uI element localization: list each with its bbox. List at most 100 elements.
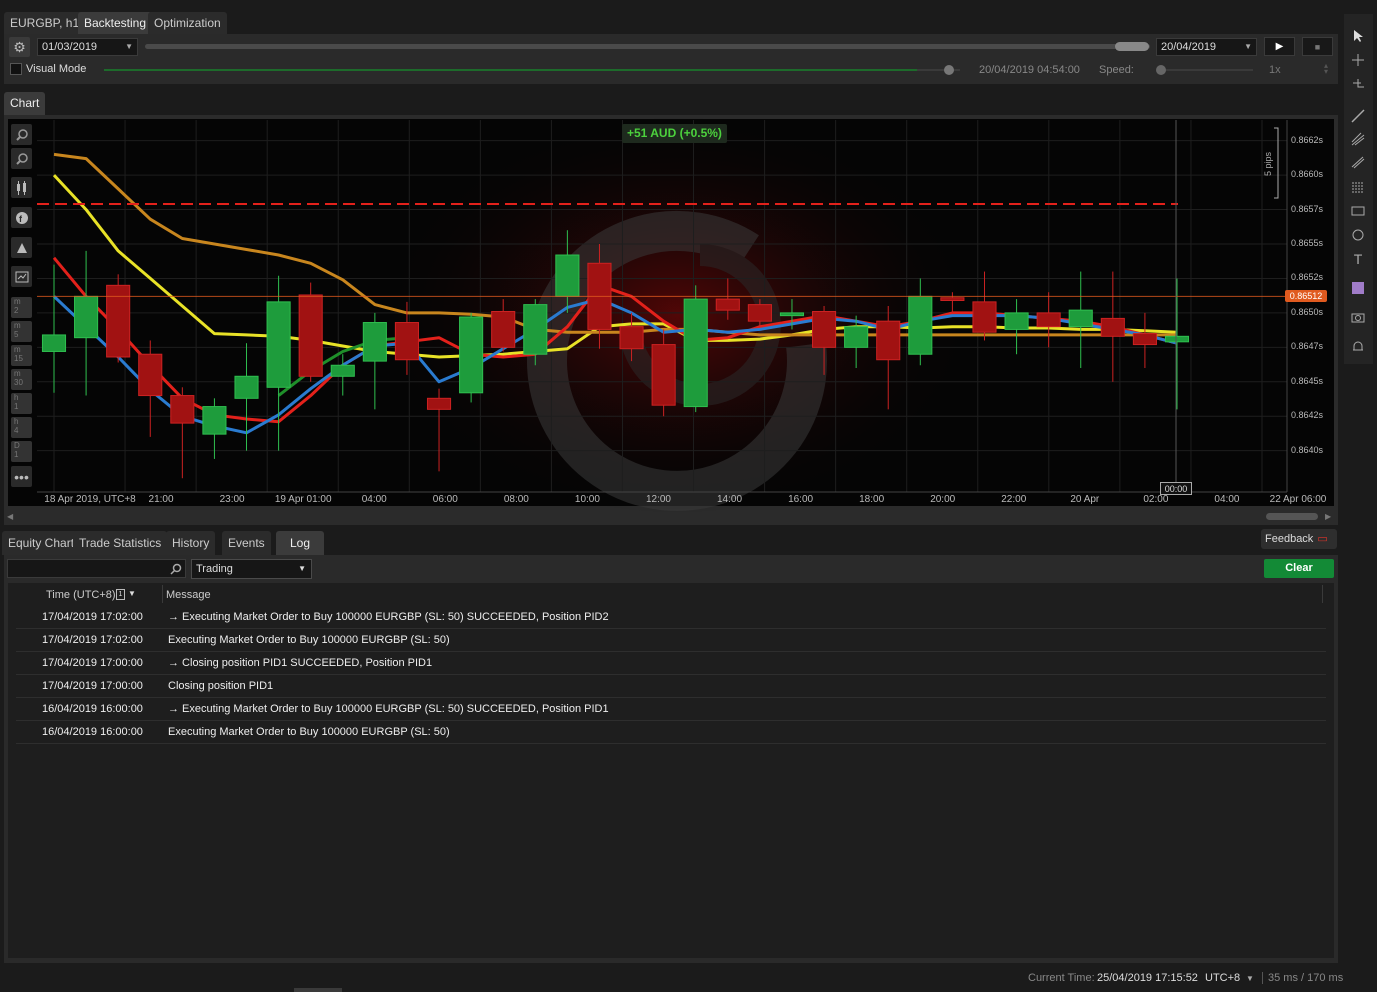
candle-body <box>555 254 580 297</box>
timeframe-m5-button[interactable]: m5 <box>11 321 32 342</box>
candle-body <box>908 295 933 355</box>
column-header-time[interactable]: Time (UTC+8) <box>46 589 116 601</box>
column-divider <box>1322 585 1323 603</box>
crosshair-icon[interactable] <box>1348 50 1368 70</box>
more-options-icon[interactable]: ••• <box>11 466 32 487</box>
timeframe-h4-button[interactable]: h4 <box>11 417 32 438</box>
y-tick-label: 0.8640s <box>1291 444 1324 455</box>
candle-body <box>1100 317 1125 337</box>
zoom-out-icon[interactable] <box>11 148 32 169</box>
tab-equity-chart[interactable]: Equity Chart <box>2 531 81 555</box>
chart-type-candles-icon[interactable] <box>11 177 32 198</box>
latency-readout: 35 ms / 170 ms <box>1268 972 1344 984</box>
fibonacci-icon[interactable] <box>1348 177 1368 197</box>
log-category-value: Trading <box>196 563 233 575</box>
timezone-select[interactable]: UTC+8 <box>1205 972 1240 984</box>
tab-events[interactable]: Events <box>222 531 271 555</box>
log-category-select[interactable]: Trading ▼ <box>191 559 312 579</box>
scroll-right-icon[interactable]: ▶ <box>1325 512 1331 521</box>
log-row-time: 16/04/2019 16:00:00 <box>42 703 143 715</box>
trend-line-icon[interactable] <box>1348 106 1368 126</box>
feedback-speech-icon: ▭ <box>1317 533 1328 545</box>
chart-scrollbar-thumb[interactable] <box>1266 513 1318 520</box>
log-row-time: 17/04/2019 17:02:00 <box>42 634 143 646</box>
x-tick-label: 20 Apr <box>1070 494 1100 505</box>
candle-body <box>1164 335 1190 343</box>
color-picker-icon[interactable] <box>1348 278 1368 298</box>
candle-body <box>619 326 644 350</box>
column-header-message[interactable]: Message <box>166 589 211 601</box>
candle-body <box>779 312 805 317</box>
candle-body <box>330 364 355 377</box>
y-tick-label: 0.8657s <box>1291 203 1324 214</box>
current-time-value: 25/04/2019 17:15:52 <box>1097 972 1198 984</box>
text-tool-icon[interactable]: T <box>1348 249 1368 269</box>
candle-body <box>715 298 740 311</box>
price-chart[interactable] <box>0 0 1377 530</box>
current-time-label: Current Time: <box>1028 972 1095 984</box>
sort-order-icon[interactable]: 1 <box>116 589 125 600</box>
scroll-left-icon[interactable]: ◀ <box>7 512 13 521</box>
screenshot-camera-icon[interactable] <box>1348 307 1368 327</box>
chart-settings-icon[interactable] <box>11 266 32 287</box>
y-tick-label: 0.8662s <box>1291 134 1324 145</box>
ellipse-icon[interactable] <box>1348 225 1368 245</box>
candle-body <box>651 344 676 406</box>
log-row-message: → Closing position PID1 SUCCEEDED, Posit… <box>168 657 433 669</box>
x-tick-label: 10:00 <box>574 494 600 505</box>
timeframe-m15-button[interactable]: m 15 <box>11 345 32 366</box>
log-row[interactable]: 16/04/2019 16:00:00 Executing Market Orde… <box>16 721 1326 744</box>
log-row[interactable]: 16/04/2019 16:00:00 → Executing Market Or… <box>16 698 1326 721</box>
chevron-down-icon[interactable]: ▼ <box>1246 974 1254 983</box>
candle-body <box>812 311 837 348</box>
log-row-time: 17/04/2019 17:00:00 <box>42 680 143 692</box>
current-price-tag: 0.86512 <box>1285 290 1327 303</box>
rectangle-icon[interactable] <box>1348 201 1368 221</box>
log-search-input[interactable] <box>7 559 186 578</box>
timeframe-m30-button[interactable]: m 30 <box>11 369 32 390</box>
x-tick-label: 19 Apr 01:00 <box>274 494 332 505</box>
andrews-pitchfork-icon[interactable] <box>1348 129 1368 149</box>
window-resize-grip[interactable] <box>294 988 342 992</box>
x-tick-label: 12:00 <box>645 494 671 505</box>
candle-body <box>1132 333 1157 346</box>
feedback-button[interactable]: Feedback ▭ <box>1261 529 1337 549</box>
sort-descending-icon[interactable]: ▼ <box>128 589 136 598</box>
crosshair-time-label: 00:00 <box>1160 482 1192 495</box>
cbot-icon[interactable] <box>11 237 32 258</box>
log-row-message: Executing Market Order to Buy 100000 EUR… <box>168 726 450 738</box>
candle-body <box>362 322 387 362</box>
log-row[interactable]: 17/04/2019 17:02:00 Executing Market Orde… <box>16 629 1326 652</box>
zoom-in-icon[interactable] <box>11 124 32 145</box>
chevron-down-icon: ▼ <box>298 564 306 573</box>
indicators-icon[interactable]: f <box>11 207 32 228</box>
tab-history[interactable]: History <box>166 531 216 555</box>
tab-log[interactable]: Log <box>276 531 325 555</box>
candle-body <box>972 301 997 333</box>
log-row[interactable]: 17/04/2019 17:00:00 → Closing position PI… <box>16 652 1326 675</box>
candle-body <box>234 375 259 399</box>
log-row[interactable]: 17/04/2019 17:02:00 → Executing Market Or… <box>16 606 1326 629</box>
clear-button[interactable]: Clear <box>1264 559 1334 578</box>
candle-body <box>298 294 323 377</box>
channel-icon[interactable] <box>1348 152 1368 172</box>
candle-body <box>940 297 965 301</box>
y-tick-label: 0.8650s <box>1291 306 1324 317</box>
x-tick-label: 16:00 <box>788 494 814 505</box>
log-row[interactable]: 17/04/2019 17:00:00 Closing position PID1 <box>16 675 1326 698</box>
tab-trade-statistics[interactable]: Trade Statistics <box>73 531 168 555</box>
y-tick-label: 0.8647s <box>1291 341 1324 352</box>
candle-body <box>1036 312 1061 328</box>
measure-icon[interactable] <box>1348 75 1368 95</box>
x-tick-label: 21:00 <box>148 494 174 505</box>
timeframe-h1-button[interactable]: h1 <box>11 393 32 414</box>
pips-scale-label: 5 pips <box>1263 151 1273 176</box>
timeframe-d1-button[interactable]: D1 <box>11 441 32 462</box>
timeframe-m2-button[interactable]: m2 <box>11 297 32 318</box>
x-tick-label: 14:00 <box>717 494 743 505</box>
pnl-badge: +51 AUD (+0.5%) <box>622 124 727 143</box>
cursor-icon[interactable] <box>1348 26 1368 46</box>
candle-body <box>394 322 419 361</box>
candle-body <box>74 295 99 339</box>
alert-bell-icon[interactable] <box>1348 337 1368 357</box>
